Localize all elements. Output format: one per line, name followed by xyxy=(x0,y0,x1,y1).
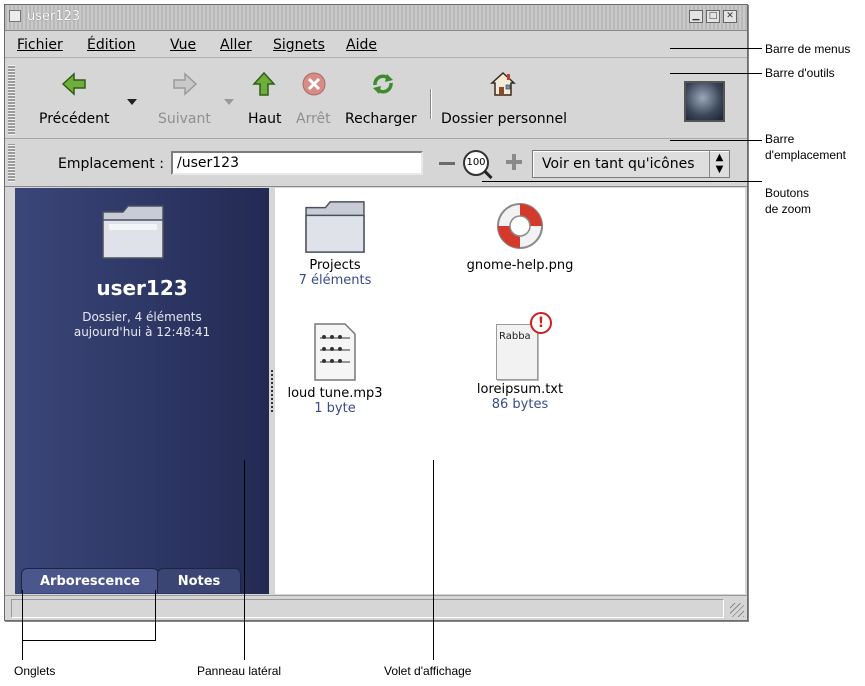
view-as-value: Voir en tant qu'icônes xyxy=(542,156,695,172)
forward-button[interactable]: Suivant xyxy=(148,59,224,137)
text-file-icon: Rabba ! xyxy=(490,312,552,382)
leader-line-tabs-bridge xyxy=(22,640,156,641)
file-info: 1 byte xyxy=(314,401,356,416)
forward-arrow-icon xyxy=(173,72,198,96)
menu-edition[interactable]: Édition xyxy=(87,37,135,53)
file-item-projects[interactable]: Projects 7 éléments xyxy=(275,198,395,288)
splitter-grip xyxy=(271,368,273,412)
file-item-loreipsum[interactable]: Rabba ! loreipsum.txt 86 bytes xyxy=(445,312,595,412)
close-button[interactable]: ✕ xyxy=(723,10,737,23)
side-pane-title: user123 xyxy=(96,276,188,300)
leader-line-tabs-left xyxy=(22,590,23,660)
home-button[interactable]: Dossier personnel xyxy=(437,59,569,137)
callout-locbar-line2: d'emplacement xyxy=(765,148,846,162)
forward-history-dropdown[interactable] xyxy=(224,99,234,105)
file-name: gnome-help.png xyxy=(466,258,574,273)
toolbar-handle[interactable] xyxy=(8,65,15,135)
resize-grip[interactable] xyxy=(730,603,744,617)
leader-line-tabs-right xyxy=(155,590,156,640)
up-label: Haut xyxy=(248,111,282,127)
toolbar-separator xyxy=(430,89,432,119)
home-icon xyxy=(490,71,516,96)
folder-icon xyxy=(102,205,164,259)
leader-line-menubar xyxy=(670,48,762,49)
stop-label: Arrêt xyxy=(296,111,331,127)
location-bar: Emplacement : 100 Voir en tant qu'icônes… xyxy=(5,140,747,187)
view-as-select[interactable]: Voir en tant qu'icônes ▲ ▼ xyxy=(532,150,730,178)
callout-tabs: Onglets xyxy=(14,664,56,678)
file-info: 7 éléments xyxy=(298,273,372,288)
home-label: Dossier personnel xyxy=(441,111,568,127)
minimize-button[interactable]: ▁ xyxy=(689,10,703,23)
leader-line-viewpane xyxy=(433,460,434,660)
leader-line-toolbar xyxy=(670,73,762,74)
zoom-out-button[interactable] xyxy=(439,162,455,165)
callout-sidepane: Panneau latéral xyxy=(197,664,282,678)
menu-aller[interactable]: Aller xyxy=(220,37,252,53)
reload-icon xyxy=(373,74,393,94)
location-label: Emplacement : xyxy=(58,156,164,172)
folder-icon xyxy=(305,201,365,253)
file-name: Projects xyxy=(309,258,361,273)
file-info: 86 bytes xyxy=(491,397,549,412)
reload-button[interactable]: Recharger xyxy=(341,59,425,137)
callout-zoom-line2: de zoom xyxy=(765,202,812,216)
back-label: Précédent xyxy=(39,111,110,127)
side-pane-info: Dossier, 4 éléments xyxy=(82,310,202,324)
side-pane-date: aujourd'hui à 12:48:41 xyxy=(73,325,211,339)
file-manager-window: user123 ▁ □ ✕ Fichier Édition Vue Aller … xyxy=(4,4,748,621)
callout-toolbar: Barre d'outils xyxy=(765,66,835,80)
callout-menubar: Barre de menus xyxy=(765,42,851,56)
side-pane: user123 Dossier, 4 éléments aujourd'hui … xyxy=(15,188,269,594)
back-history-dropdown[interactable] xyxy=(127,99,137,105)
window-icon xyxy=(9,10,21,22)
file-item-gnome-help[interactable]: gnome-help.png xyxy=(445,198,595,273)
leader-line-zoom xyxy=(482,181,762,182)
throbber-icon xyxy=(684,81,725,122)
spin-arrows-icon: ▲ ▼ xyxy=(709,151,729,177)
forward-label: Suivant xyxy=(158,111,211,127)
status-message xyxy=(11,599,724,618)
up-button[interactable]: Haut xyxy=(242,59,286,137)
callout-locbar-line1: Barre xyxy=(765,132,795,146)
magnifier-handle-icon xyxy=(483,169,493,180)
up-arrow-icon xyxy=(252,71,276,96)
title-bar[interactable]: user123 ▁ □ ✕ xyxy=(5,5,747,31)
callout-viewpane: Volet d'affichage xyxy=(384,664,472,678)
menu-bar: Fichier Édition Vue Aller Signets Aide xyxy=(5,32,747,58)
file-preview-text: Rabba xyxy=(499,331,531,342)
back-arrow-icon xyxy=(61,72,86,96)
toolbar: Précédent Suivant Haut Arrêt Recharger D… xyxy=(5,59,747,139)
menu-fichier[interactable]: Fichier xyxy=(17,37,63,53)
reload-label: Recharger xyxy=(345,111,417,127)
important-emblem-icon: ! xyxy=(530,312,552,334)
file-name: loud tune.mp3 xyxy=(287,386,383,401)
status-bar xyxy=(5,595,747,620)
stop-button[interactable]: Arrêt xyxy=(291,59,337,137)
location-bar-handle[interactable] xyxy=(8,144,15,182)
back-button[interactable]: Précédent xyxy=(31,59,117,137)
location-input[interactable] xyxy=(171,151,423,175)
tab-notes[interactable]: Notes xyxy=(157,568,241,593)
leader-line-locbar xyxy=(670,140,762,141)
zoom-in-button[interactable] xyxy=(506,154,522,170)
menu-signets[interactable]: Signets xyxy=(273,37,325,53)
file-item-loud-tune[interactable]: loud tune.mp3 1 byte xyxy=(275,322,395,416)
tab-arborescence[interactable]: Arborescence xyxy=(21,568,159,593)
menu-aide[interactable]: Aide xyxy=(346,37,377,53)
leader-line-sidepane xyxy=(244,460,245,660)
callout-zoom-line1: Boutons xyxy=(765,186,810,200)
lifebuoy-icon xyxy=(497,203,543,249)
maximize-button[interactable]: □ xyxy=(706,10,720,23)
music-file-icon xyxy=(314,323,356,381)
window-title: user123 xyxy=(27,9,81,24)
file-name: loreipsum.txt xyxy=(476,382,564,397)
stop-icon xyxy=(302,72,326,96)
menu-vue[interactable]: Vue xyxy=(170,37,196,53)
view-pane: Projects 7 éléments gnome-help.png loud … xyxy=(275,188,745,594)
